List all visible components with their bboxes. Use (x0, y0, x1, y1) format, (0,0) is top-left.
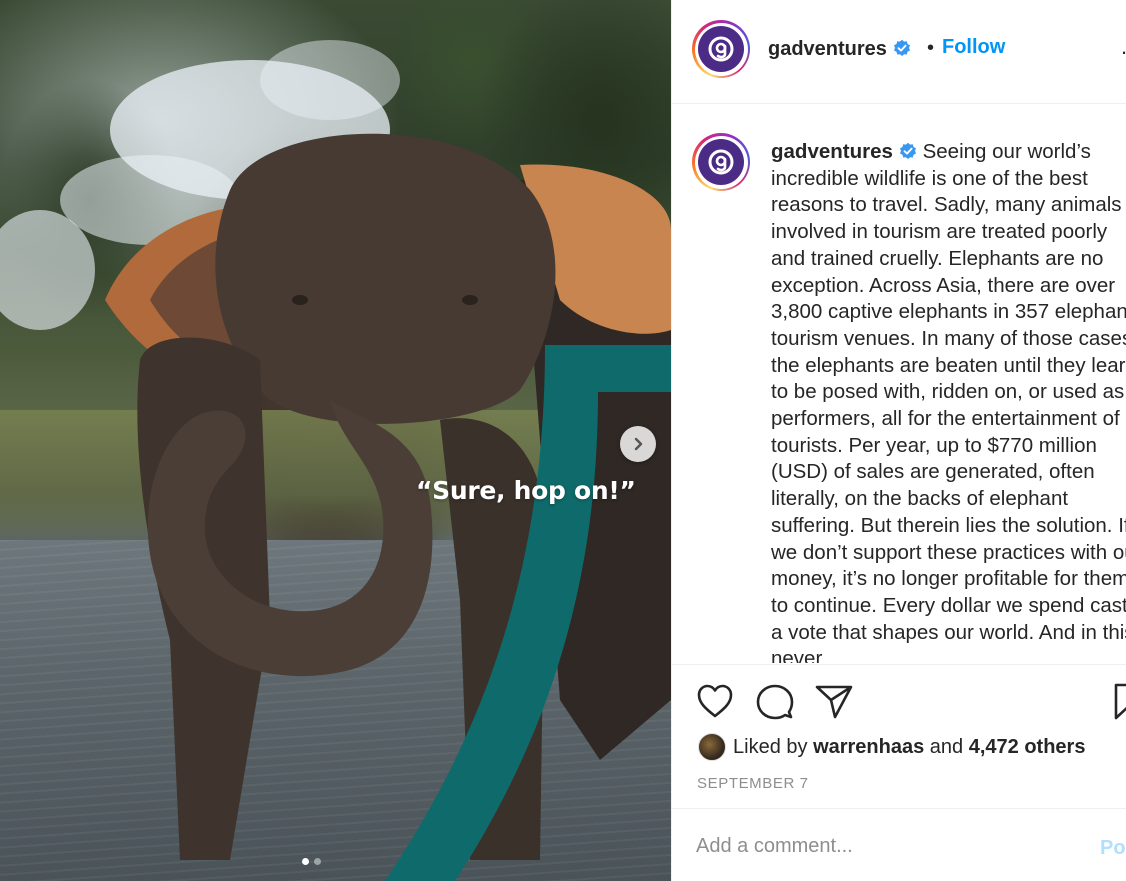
comment-button[interactable] (756, 683, 794, 726)
post-date[interactable]: SEPTEMBER 7 (697, 775, 809, 792)
like-button[interactable] (696, 683, 734, 724)
likes-conjunction: and (929, 735, 964, 758)
post-photo[interactable]: “Sure, hop on!” (0, 0, 671, 881)
liker-avatar[interactable] (698, 733, 726, 761)
likes-prefix: Liked by (733, 735, 808, 758)
elephant-scene (0, 40, 671, 881)
save-button[interactable] (1114, 683, 1126, 726)
g-logo-icon (708, 36, 734, 62)
liker-username[interactable]: warrenhaas (813, 736, 924, 759)
author-username-text[interactable]: gadventures (768, 38, 887, 60)
heart-icon (697, 684, 733, 718)
likes-count[interactable]: 4,472 others (969, 736, 1086, 759)
author-avatar[interactable] (692, 20, 750, 78)
comment-icon (756, 684, 794, 720)
g-logo-icon (708, 149, 734, 175)
carousel-dot-active (302, 858, 309, 865)
caption-author-avatar[interactable] (692, 133, 750, 191)
likes-summary: Liked by warrenhaas and 4,472 others (698, 733, 1085, 761)
carousel-indicator (302, 858, 321, 865)
verified-badge-icon (899, 142, 916, 159)
bookmark-icon (1114, 683, 1126, 720)
follow-button[interactable]: Follow (942, 36, 1005, 59)
post-details-panel: gadventures • Follow … gadventures (671, 0, 1126, 881)
share-button[interactable] (815, 683, 853, 724)
gadventures-logo (698, 139, 744, 185)
caption-area: gadventures Seeing our world’s incredibl… (672, 105, 1126, 663)
comment-bar: Post (672, 808, 1126, 881)
post-header: gadventures • Follow … (672, 0, 1126, 104)
avatar-ring (694, 135, 748, 189)
verified-badge-icon (893, 39, 910, 56)
share-icon (815, 685, 853, 719)
more-options-icon[interactable]: … (1120, 34, 1126, 60)
overlay-quote: “Sure, hop on!” (416, 476, 636, 505)
carousel-dot (314, 858, 321, 865)
caption-text: Seeing our world’s incredible wildlife i… (771, 140, 1126, 663)
header-separator: • (927, 37, 935, 59)
caption-username[interactable]: gadventures (771, 140, 893, 163)
avatar-ring (694, 22, 748, 76)
chevron-right-icon (634, 437, 643, 451)
gadventures-logo (698, 26, 744, 72)
next-photo-button[interactable] (620, 426, 656, 462)
post-actions: Liked by warrenhaas and 4,472 others SEP… (672, 664, 1126, 809)
author-username[interactable]: gadventures (768, 38, 911, 61)
post-caption: gadventures Seeing our world’s incredibl… (771, 139, 1126, 663)
comment-input[interactable] (696, 835, 1076, 858)
post-comment-button[interactable]: Post (1100, 837, 1126, 860)
